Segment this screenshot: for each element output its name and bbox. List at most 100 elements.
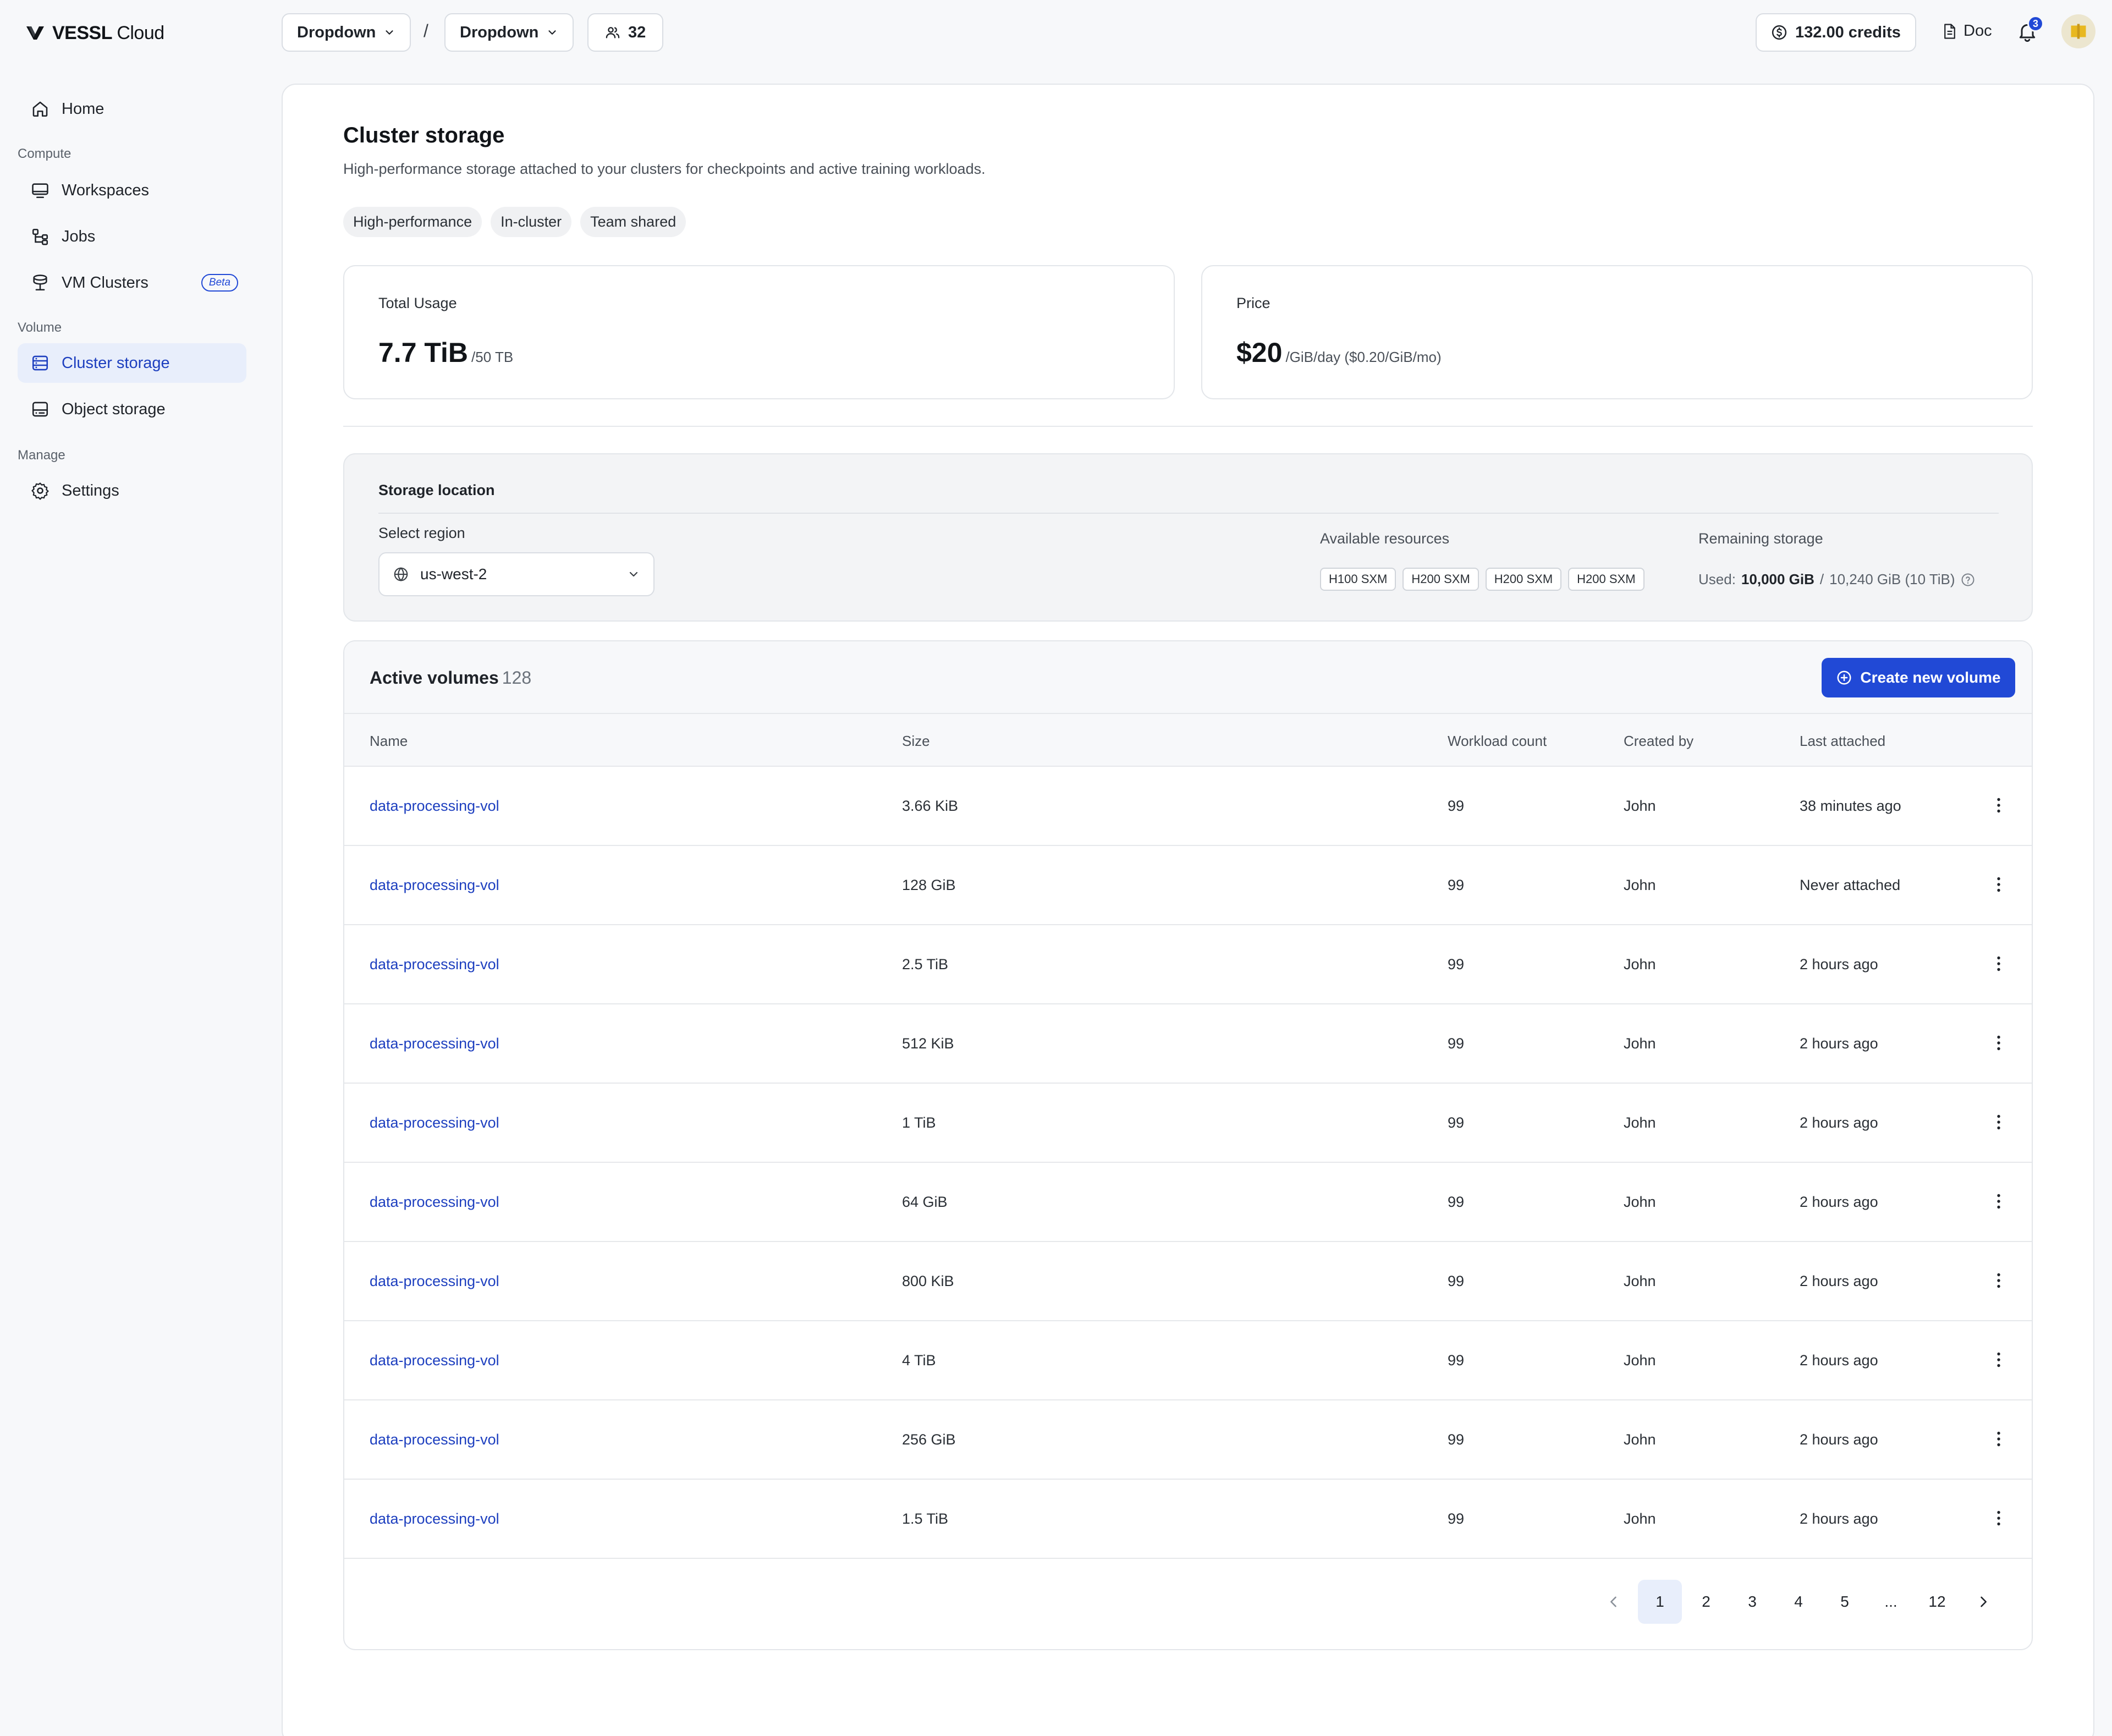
tag: In-cluster (491, 207, 572, 237)
pagination-page-3[interactable]: 3 (1730, 1580, 1774, 1624)
table-row[interactable]: data-processing-vol 64 GiB 99 John 2 hours a… (344, 1163, 2032, 1242)
volume-name-link[interactable]: data-processing-vol (370, 1194, 499, 1211)
gear-icon (31, 482, 49, 500)
volume-name-link[interactable]: data-processing-vol (370, 956, 499, 973)
credits-button[interactable]: 132.00 credits (1756, 13, 1916, 52)
table-row[interactable]: data-processing-vol 2.5 TiB 99 John 2 hours … (344, 925, 2032, 1004)
plus-circle-icon (1837, 671, 1851, 685)
divider (378, 513, 1999, 514)
column-header-name[interactable]: Name (370, 733, 408, 750)
document-icon (1944, 23, 1955, 39)
row-menu-button[interactable] (1989, 1350, 2009, 1370)
table-row[interactable]: data-processing-vol 800 KiB 99 John 2 hours … (344, 1242, 2032, 1321)
pagination-prev-button[interactable] (1592, 1580, 1636, 1624)
help-circle-icon[interactable] (1960, 572, 1976, 587)
pagination-page-2[interactable]: 2 (1684, 1580, 1728, 1624)
volumes-title: Active volumes 128 (370, 668, 532, 688)
sidebar-item-vm-clusters[interactable]: VM Clusters Beta (18, 263, 246, 303)
total-usage-amount: 7.7 TiB (378, 337, 469, 368)
sidebar-item-cluster-storage[interactable]: Cluster storage (18, 343, 246, 383)
feature-tags: High-performance In-cluster Team shared (343, 207, 686, 237)
row-menu-button[interactable] (1989, 1191, 2009, 1211)
table-row[interactable]: data-processing-vol 128 GiB 99 John Never at… (344, 846, 2032, 925)
sidebar-item-workspaces[interactable]: Workspaces (18, 171, 246, 210)
main-panel: Cluster storage High-performance storage… (282, 84, 2094, 1736)
volume-last-attached: 2 hours ago (1800, 956, 1878, 973)
sidebar-item-jobs[interactable]: Jobs (18, 217, 246, 256)
pagination-page-4[interactable]: 4 (1777, 1580, 1821, 1624)
volume-name-link[interactable]: data-processing-vol (370, 798, 499, 815)
sidebar-item-home[interactable]: Home (18, 89, 246, 129)
volume-workload-count: 99 (1448, 1194, 1465, 1210)
row-menu-button[interactable] (1989, 1508, 2009, 1528)
volume-workload-count: 99 (1448, 1510, 1465, 1527)
members-button[interactable]: 32 (587, 13, 664, 52)
globe-icon (394, 567, 408, 581)
users-icon (606, 27, 620, 39)
volume-name-link[interactable]: data-processing-vol (370, 1273, 499, 1290)
row-menu-button[interactable] (1989, 1033, 2009, 1053)
table-row[interactable]: data-processing-vol 4 TiB 99 John 2 hours ag… (344, 1321, 2032, 1400)
avatar[interactable] (2061, 14, 2096, 48)
top-bar: VESSL Cloud Dropdown / Dropdown 32 132.0… (0, 0, 2112, 66)
price-label: Price (1236, 295, 1270, 311)
column-header-size[interactable]: Size (902, 733, 930, 750)
column-header-workload-count[interactable]: Workload count (1448, 733, 1547, 750)
tag: Team shared (580, 207, 686, 237)
volume-name-link[interactable]: data-processing-vol (370, 1510, 499, 1528)
members-count: 32 (628, 23, 646, 41)
sidebar-item-object-storage[interactable]: Object storage (18, 389, 246, 429)
pagination-ellipsis: ... (1884, 1593, 1898, 1610)
table-row[interactable]: data-processing-vol 3.66 KiB 99 John 38 minu… (344, 767, 2032, 846)
pagination-next-button[interactable] (1961, 1580, 2005, 1624)
chevron-down-icon (629, 572, 638, 577)
org-dropdown[interactable]: Dropdown (282, 13, 411, 52)
volume-created-by: John (1624, 1510, 1656, 1527)
table-row[interactable]: data-processing-vol 1 TiB 99 John 2 hours ag… (344, 1084, 2032, 1163)
row-menu-button[interactable] (1989, 875, 2009, 894)
column-header-last-attached[interactable]: Last attached (1800, 733, 1885, 750)
sidebar-item-label: Settings (62, 481, 119, 499)
remaining-storage-value: Used: 10,000 GiB / 10,240 GiB (10 TiB) (1698, 571, 1976, 588)
pagination-page-12[interactable]: 12 (1915, 1580, 1959, 1624)
brand-logo[interactable]: VESSL Cloud (26, 21, 164, 45)
volume-name-link[interactable]: data-processing-vol (370, 1431, 499, 1448)
row-menu-button[interactable] (1989, 1271, 2009, 1290)
volume-last-attached: Never attached (1800, 877, 1901, 893)
more-vertical-icon (1997, 1510, 2000, 1526)
table-row[interactable]: data-processing-vol 1.5 TiB 99 John 2 hours … (344, 1480, 2032, 1559)
volume-last-attached: 2 hours ago (1800, 1273, 1878, 1289)
volume-size: 2.5 TiB (902, 956, 949, 973)
row-menu-button[interactable] (1989, 954, 2009, 974)
row-menu-button[interactable] (1989, 1429, 2009, 1449)
row-menu-button[interactable] (1989, 1112, 2009, 1132)
price-amount: $20 (1236, 337, 1283, 368)
volume-created-by: John (1624, 877, 1656, 893)
price-unit: /GiB/day ($0.20/GiB/mo) (1285, 349, 1442, 365)
credits-amount: 132.00 credits (1795, 23, 1901, 41)
doc-link[interactable]: Doc (1943, 22, 1992, 40)
sidebar-item-settings[interactable]: Settings (18, 471, 246, 510)
home-icon (32, 101, 48, 117)
region-select[interactable]: us-west-2 (378, 552, 654, 596)
more-vertical-icon (1997, 798, 2000, 813)
volume-name-link[interactable]: data-processing-vol (370, 1035, 499, 1052)
row-menu-button[interactable] (1989, 795, 2009, 815)
volume-name-link[interactable]: data-processing-vol (370, 1114, 499, 1131)
project-dropdown[interactable]: Dropdown (444, 13, 574, 52)
pagination-page-1[interactable]: 1 (1638, 1580, 1682, 1624)
volume-name-link[interactable]: data-processing-vol (370, 877, 499, 894)
volume-size: 64 GiB (902, 1194, 948, 1210)
table-row[interactable]: data-processing-vol 256 GiB 99 John 2 hours … (344, 1400, 2032, 1480)
volume-workload-count: 99 (1448, 1114, 1465, 1131)
volumes-header: Active volumes 128 Create new volume (344, 641, 2032, 714)
volume-created-by: John (1624, 1035, 1656, 1052)
pagination-page-5[interactable]: 5 (1823, 1580, 1867, 1624)
database-icon (32, 355, 48, 371)
page-subtitle: High-performance storage attached to you… (343, 161, 986, 177)
create-volume-button[interactable]: Create new volume (1822, 658, 2015, 697)
volume-name-link[interactable]: data-processing-vol (370, 1352, 499, 1369)
column-header-created-by[interactable]: Created by (1624, 733, 1693, 750)
table-row[interactable]: data-processing-vol 512 KiB 99 John 2 hours … (344, 1004, 2032, 1084)
section-divider (343, 426, 2033, 427)
